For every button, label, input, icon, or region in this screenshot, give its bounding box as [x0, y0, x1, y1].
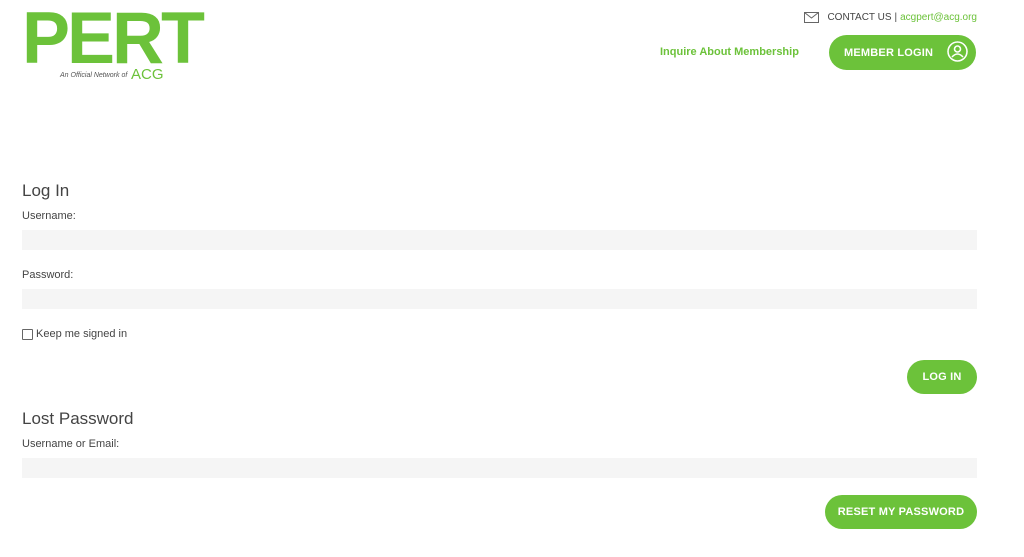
inquire-membership-link[interactable]: Inquire About Membership — [660, 46, 799, 58]
remember-label: Keep me signed in — [36, 328, 128, 340]
user-or-email-label: Username or Email: — [22, 438, 120, 450]
lost-password-title: Lost Password — [22, 409, 134, 428]
password-label: Password: — [22, 269, 74, 281]
member-login-label: MEMBER LOGIN — [844, 46, 934, 59]
brand-logo[interactable]: PERT An Official Network of ACG — [22, 2, 205, 83]
logo-tagline: An Official Network of — [60, 72, 128, 79]
logo-wordmark: PERT — [22, 0, 205, 80]
contact-bar: CONTACT US | acgpert@acg.org — [804, 10, 977, 24]
contact-us-link[interactable]: CONTACT US — [827, 12, 891, 23]
contact-separator: | — [894, 11, 898, 23]
login-title: Log In — [22, 181, 70, 200]
remember-me[interactable]: Keep me signed in — [22, 328, 127, 340]
mail-icon — [804, 11, 820, 23]
password-input[interactable] — [22, 289, 977, 309]
username-label: Username: — [22, 210, 76, 222]
user-icon — [947, 41, 968, 62]
user-or-email-input[interactable] — [22, 458, 977, 478]
reset-password-button[interactable]: RESET MY PASSWORD — [825, 495, 977, 529]
contact-email-link[interactable]: acgpert@acg.org — [900, 12, 977, 23]
login-button[interactable]: LOG IN — [907, 360, 977, 394]
username-input[interactable] — [22, 230, 977, 250]
logo-partner: ACG — [131, 66, 164, 83]
remember-checkbox[interactable] — [22, 328, 33, 340]
member-login-button[interactable]: MEMBER LOGIN — [829, 35, 976, 70]
